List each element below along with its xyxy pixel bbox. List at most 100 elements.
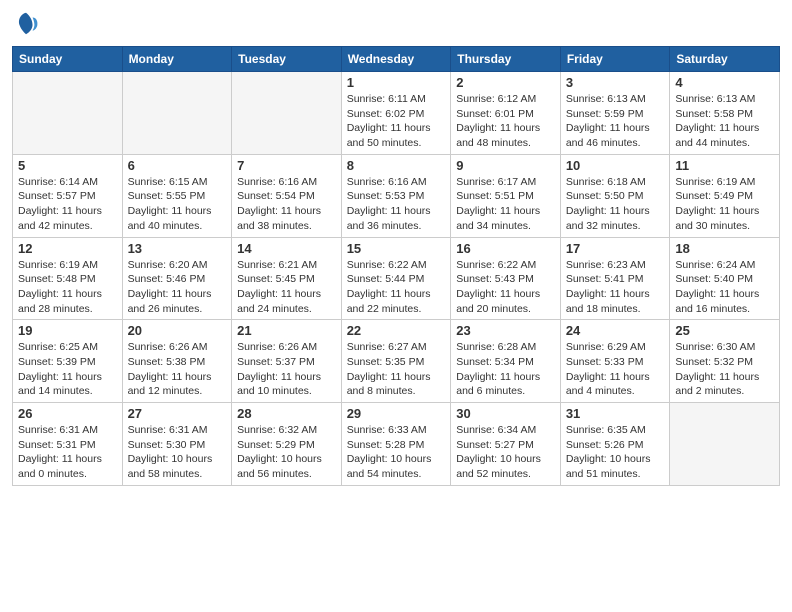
day-number: 14: [237, 241, 336, 256]
day-info: Sunrise: 6:24 AM Sunset: 5:40 PM Dayligh…: [675, 258, 774, 317]
day-info: Sunrise: 6:16 AM Sunset: 5:54 PM Dayligh…: [237, 175, 336, 234]
day-info: Sunrise: 6:22 AM Sunset: 5:43 PM Dayligh…: [456, 258, 555, 317]
calendar-cell: 29 Sunrise: 6:33 AM Sunset: 5:28 PM Dayli…: [341, 403, 451, 486]
weekday-header-tuesday: Tuesday: [232, 47, 342, 72]
calendar-cell: 14 Sunrise: 6:21 AM Sunset: 5:45 PM Dayli…: [232, 237, 342, 320]
day-number: 11: [675, 158, 774, 173]
day-number: 10: [566, 158, 665, 173]
calendar-cell: 3 Sunrise: 6:13 AM Sunset: 5:59 PM Daylig…: [560, 72, 670, 155]
calendar-cell: 2 Sunrise: 6:12 AM Sunset: 6:01 PM Daylig…: [451, 72, 561, 155]
calendar-cell: 5 Sunrise: 6:14 AM Sunset: 5:57 PM Daylig…: [13, 154, 123, 237]
day-info: Sunrise: 6:14 AM Sunset: 5:57 PM Dayligh…: [18, 175, 117, 234]
day-number: 20: [128, 323, 227, 338]
calendar-cell: 13 Sunrise: 6:20 AM Sunset: 5:46 PM Dayli…: [122, 237, 232, 320]
calendar-cell: 8Sunrise: 6:16 AM Sunset: 5:53 PM Daylig…: [341, 154, 451, 237]
calendar-cell: [13, 72, 123, 155]
header: [12, 10, 780, 38]
calendar-cell: 18 Sunrise: 6:24 AM Sunset: 5:40 PM Dayli…: [670, 237, 780, 320]
day-number: 9: [456, 158, 555, 173]
day-number: 30: [456, 406, 555, 421]
day-info: Sunrise: 6:26 AM Sunset: 5:38 PM Dayligh…: [128, 340, 227, 399]
day-info: Sunrise: 6:29 AM Sunset: 5:33 PM Dayligh…: [566, 340, 665, 399]
calendar-cell: [122, 72, 232, 155]
day-number: 19: [18, 323, 117, 338]
day-number: 18: [675, 241, 774, 256]
calendar-cell: 1Sunrise: 6:11 AM Sunset: 6:02 PM Daylig…: [341, 72, 451, 155]
calendar-cell: 19 Sunrise: 6:25 AM Sunset: 5:39 PM Dayli…: [13, 320, 123, 403]
weekday-header-thursday: Thursday: [451, 47, 561, 72]
week-row-3: 12 Sunrise: 6:19 AM Sunset: 5:48 PM Dayli…: [13, 237, 780, 320]
day-number: 13: [128, 241, 227, 256]
calendar-cell: 21Sunrise: 6:26 AM Sunset: 5:37 PM Dayli…: [232, 320, 342, 403]
weekday-header-wednesday: Wednesday: [341, 47, 451, 72]
day-number: 26: [18, 406, 117, 421]
day-info: Sunrise: 6:19 AM Sunset: 5:48 PM Dayligh…: [18, 258, 117, 317]
day-info: Sunrise: 6:15 AM Sunset: 5:55 PM Dayligh…: [128, 175, 227, 234]
calendar-cell: 10 Sunrise: 6:18 AM Sunset: 5:50 PM Dayli…: [560, 154, 670, 237]
day-number: 28: [237, 406, 336, 421]
day-number: 21: [237, 323, 336, 338]
calendar-cell: 23 Sunrise: 6:28 AM Sunset: 5:34 PM Dayli…: [451, 320, 561, 403]
calendar-cell: 4 Sunrise: 6:13 AM Sunset: 5:58 PM Daylig…: [670, 72, 780, 155]
day-info: Sunrise: 6:13 AM Sunset: 5:59 PM Dayligh…: [566, 92, 665, 151]
day-info: Sunrise: 6:34 AM Sunset: 5:27 PM Dayligh…: [456, 423, 555, 482]
day-info: Sunrise: 6:12 AM Sunset: 6:01 PM Dayligh…: [456, 92, 555, 151]
calendar-cell: 24 Sunrise: 6:29 AM Sunset: 5:33 PM Dayli…: [560, 320, 670, 403]
weekday-header-friday: Friday: [560, 47, 670, 72]
day-number: 24: [566, 323, 665, 338]
week-row-5: 26 Sunrise: 6:31 AM Sunset: 5:31 PM Dayli…: [13, 403, 780, 486]
day-info: Sunrise: 6:27 AM Sunset: 5:35 PM Dayligh…: [347, 340, 446, 399]
day-number: 4: [675, 75, 774, 90]
day-info: Sunrise: 6:19 AM Sunset: 5:49 PM Dayligh…: [675, 175, 774, 234]
day-info: Sunrise: 6:11 AM Sunset: 6:02 PM Dayligh…: [347, 92, 446, 151]
day-info: Sunrise: 6:13 AM Sunset: 5:58 PM Dayligh…: [675, 92, 774, 151]
calendar-cell: 17Sunrise: 6:23 AM Sunset: 5:41 PM Dayli…: [560, 237, 670, 320]
logo-icon: [12, 10, 40, 38]
day-number: 12: [18, 241, 117, 256]
calendar-cell: 31Sunrise: 6:35 AM Sunset: 5:26 PM Dayli…: [560, 403, 670, 486]
day-number: 3: [566, 75, 665, 90]
weekday-header-monday: Monday: [122, 47, 232, 72]
day-info: Sunrise: 6:20 AM Sunset: 5:46 PM Dayligh…: [128, 258, 227, 317]
calendar-cell: 6Sunrise: 6:15 AM Sunset: 5:55 PM Daylig…: [122, 154, 232, 237]
calendar-cell: 7 Sunrise: 6:16 AM Sunset: 5:54 PM Daylig…: [232, 154, 342, 237]
day-info: Sunrise: 6:23 AM Sunset: 5:41 PM Dayligh…: [566, 258, 665, 317]
calendar-cell: 12 Sunrise: 6:19 AM Sunset: 5:48 PM Dayli…: [13, 237, 123, 320]
calendar-cell: 20 Sunrise: 6:26 AM Sunset: 5:38 PM Dayli…: [122, 320, 232, 403]
calendar-cell: 30 Sunrise: 6:34 AM Sunset: 5:27 PM Dayli…: [451, 403, 561, 486]
day-info: Sunrise: 6:21 AM Sunset: 5:45 PM Dayligh…: [237, 258, 336, 317]
calendar-cell: 11 Sunrise: 6:19 AM Sunset: 5:49 PM Dayli…: [670, 154, 780, 237]
weekday-header-sunday: Sunday: [13, 47, 123, 72]
day-info: Sunrise: 6:28 AM Sunset: 5:34 PM Dayligh…: [456, 340, 555, 399]
calendar-cell: 22 Sunrise: 6:27 AM Sunset: 5:35 PM Dayli…: [341, 320, 451, 403]
calendar-cell: 28 Sunrise: 6:32 AM Sunset: 5:29 PM Dayli…: [232, 403, 342, 486]
calendar-cell: 27Sunrise: 6:31 AM Sunset: 5:30 PM Dayli…: [122, 403, 232, 486]
day-info: Sunrise: 6:33 AM Sunset: 5:28 PM Dayligh…: [347, 423, 446, 482]
day-number: 5: [18, 158, 117, 173]
calendar-cell: 15 Sunrise: 6:22 AM Sunset: 5:44 PM Dayli…: [341, 237, 451, 320]
day-info: Sunrise: 6:31 AM Sunset: 5:30 PM Dayligh…: [128, 423, 227, 482]
day-info: Sunrise: 6:18 AM Sunset: 5:50 PM Dayligh…: [566, 175, 665, 234]
day-info: Sunrise: 6:30 AM Sunset: 5:32 PM Dayligh…: [675, 340, 774, 399]
day-info: Sunrise: 6:22 AM Sunset: 5:44 PM Dayligh…: [347, 258, 446, 317]
day-number: 29: [347, 406, 446, 421]
weekday-header-saturday: Saturday: [670, 47, 780, 72]
calendar-cell: 26 Sunrise: 6:31 AM Sunset: 5:31 PM Dayli…: [13, 403, 123, 486]
day-number: 23: [456, 323, 555, 338]
day-number: 2: [456, 75, 555, 90]
calendar-table: SundayMondayTuesdayWednesdayThursdayFrid…: [12, 46, 780, 486]
week-row-1: 1Sunrise: 6:11 AM Sunset: 6:02 PM Daylig…: [13, 72, 780, 155]
week-row-2: 5 Sunrise: 6:14 AM Sunset: 5:57 PM Daylig…: [13, 154, 780, 237]
day-info: Sunrise: 6:31 AM Sunset: 5:31 PM Dayligh…: [18, 423, 117, 482]
day-number: 15: [347, 241, 446, 256]
day-info: Sunrise: 6:32 AM Sunset: 5:29 PM Dayligh…: [237, 423, 336, 482]
logo: [12, 10, 44, 38]
day-number: 25: [675, 323, 774, 338]
day-number: 22: [347, 323, 446, 338]
day-info: Sunrise: 6:25 AM Sunset: 5:39 PM Dayligh…: [18, 340, 117, 399]
calendar-cell: [232, 72, 342, 155]
day-info: Sunrise: 6:35 AM Sunset: 5:26 PM Dayligh…: [566, 423, 665, 482]
page-container: SundayMondayTuesdayWednesdayThursdayFrid…: [0, 0, 792, 496]
calendar-cell: 9Sunrise: 6:17 AM Sunset: 5:51 PM Daylig…: [451, 154, 561, 237]
day-number: 7: [237, 158, 336, 173]
